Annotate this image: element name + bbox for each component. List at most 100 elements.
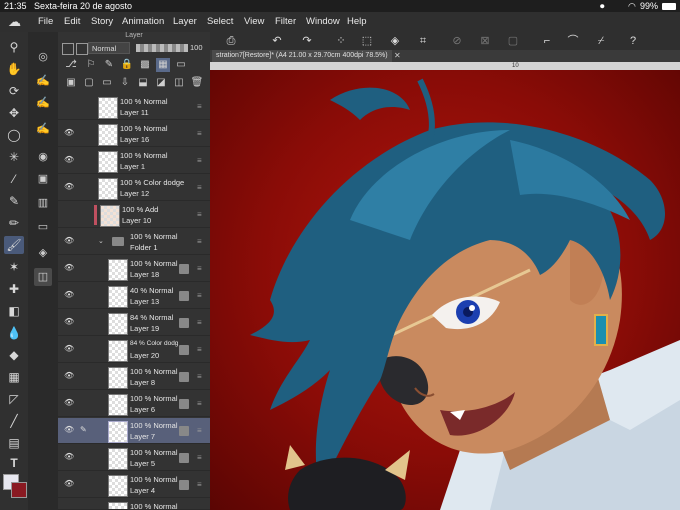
print-icon[interactable]: ⎙ — [224, 34, 238, 48]
layer-row[interactable]: 👁 100 % Normal Layer 8 ≡ — [58, 364, 210, 390]
transform-icon[interactable]: ⌗ — [416, 34, 430, 48]
eye-icon[interactable]: 👁 — [64, 155, 74, 165]
drag-handle-icon[interactable]: ≡ — [197, 291, 202, 300]
undo-icon[interactable]: ↶ — [270, 34, 284, 48]
hand-icon[interactable]: ✋ — [4, 60, 24, 78]
eraser-icon[interactable]: ◧ — [4, 302, 24, 320]
help-icon[interactable]: ? — [626, 34, 640, 48]
sub-color-swatch[interactable] — [11, 482, 27, 498]
lock-checkbox[interactable] — [62, 43, 74, 55]
lasso-icon[interactable]: ◯ — [4, 126, 24, 144]
drag-handle-icon[interactable]: ≡ — [197, 453, 202, 462]
reference-icon[interactable]: ⚐ — [84, 58, 98, 72]
eye-icon[interactable]: 👁 — [64, 182, 74, 192]
eye-icon[interactable]: 👁 — [64, 236, 74, 246]
frame-icon[interactable]: ▤ — [4, 434, 24, 452]
eye-icon[interactable]: 👁 — [64, 425, 74, 435]
menu-edit[interactable]: Edit — [64, 12, 80, 32]
figure-icon[interactable]: ◸ — [4, 390, 24, 408]
navigator-icon[interactable]: ◎ — [34, 48, 52, 66]
eye-icon[interactable]: 👁 — [64, 128, 74, 138]
drag-handle-icon[interactable]: ≡ — [197, 237, 202, 246]
ruler-icon[interactable]: ▭ — [174, 58, 188, 72]
drag-handle-icon[interactable]: ≡ — [197, 345, 202, 354]
opacity-value[interactable]: 100 — [190, 42, 203, 54]
deselect-icon[interactable]: ⁘ — [334, 34, 348, 48]
material-icon[interactable]: ▥ — [34, 194, 52, 212]
fill-icon[interactable]: ◆ — [4, 346, 24, 364]
fill-selection-icon[interactable]: ◈ — [388, 34, 402, 48]
drag-handle-icon[interactable]: ≡ — [197, 372, 202, 381]
hide-selection-icon[interactable]: ⊘ — [450, 34, 464, 48]
transfer-down-icon[interactable]: ⇩ — [118, 76, 132, 90]
lock-icon[interactable]: 🔒 — [120, 58, 134, 72]
menu-window[interactable]: Window — [306, 12, 340, 32]
layer-row[interactable]: 👁 100 % Normal Layer 5 ≡ — [58, 445, 210, 471]
drag-handle-icon[interactable]: ≡ — [197, 318, 202, 327]
blend-icon[interactable]: 💧 — [4, 324, 24, 342]
document-tab[interactable]: stration7[Restore]* (A4 21.00 x 29.70cm … — [212, 50, 392, 62]
menu-layer[interactable]: Layer — [173, 12, 197, 32]
move-icon[interactable]: ✥ — [4, 104, 24, 122]
redo-icon[interactable]: ↷ — [300, 34, 314, 48]
layer-row[interactable]: 👁 100 % Normal Layer 4 ≡ — [58, 472, 210, 498]
brush-size-icon[interactable]: ✍ — [34, 94, 52, 112]
menu-animation[interactable]: Animation — [122, 12, 164, 32]
layer-row[interactable]: 100 % Add Layer 10 ≡ — [58, 202, 210, 228]
layer-row[interactable]: 100 % Normal — [58, 499, 210, 510]
folder-row[interactable]: 👁 ⌄ 100 % Normal Folder 1 ≡ — [58, 229, 210, 255]
clip-icon[interactable]: ⎇ — [64, 58, 78, 72]
layer-row[interactable]: 👁 100 % Normal Layer 18 ≡ — [58, 256, 210, 282]
menu-file[interactable]: File — [38, 12, 53, 32]
new-folder-icon[interactable]: ▭ — [100, 76, 114, 90]
drag-handle-icon[interactable]: ≡ — [197, 129, 202, 138]
layer-row-selected[interactable]: 👁 ✎ 100 % Normal Layer 7 ≡ — [58, 418, 210, 444]
drag-handle-icon[interactable]: ≡ — [197, 399, 202, 408]
drag-handle-icon[interactable]: ≡ — [197, 156, 202, 165]
text-icon[interactable]: T — [4, 454, 24, 472]
eye-icon[interactable]: 👁 — [64, 290, 74, 300]
record-icon[interactable]: ⏺ — [600, 0, 605, 12]
drag-handle-icon[interactable]: ≡ — [197, 183, 202, 192]
layer-row[interactable]: 100 % Normal Layer 11 ≡ — [58, 94, 210, 120]
select-in-icon[interactable]: ▢ — [506, 34, 520, 48]
clip-checkbox[interactable] — [76, 43, 88, 55]
app-logo-icon[interactable]: ☁ — [8, 15, 22, 29]
lock-transparency-icon[interactable]: ▩ — [138, 58, 152, 72]
menu-select[interactable]: Select — [207, 12, 233, 32]
layer-row[interactable]: 👁 84 % Color dodg Layer 20 ≡ — [58, 337, 210, 363]
new-vector-layer-icon[interactable]: ▢ — [82, 76, 96, 90]
eye-icon[interactable]: 👁 — [64, 344, 74, 354]
blend-mode-select[interactable]: Normal — [88, 42, 130, 54]
pencil-icon[interactable]: ✏ — [4, 214, 24, 232]
eye-icon[interactable]: 👁 — [64, 452, 74, 462]
new-raster-layer-icon[interactable]: ▣ — [64, 76, 78, 90]
image-icon[interactable]: ▭ — [34, 218, 52, 236]
layers-icon[interactable]: ◫ — [34, 268, 52, 286]
drag-handle-icon[interactable]: ≡ — [197, 480, 202, 489]
stabilizer-icon[interactable]: ⌐ — [540, 34, 554, 48]
eye-icon[interactable]: 👁 — [64, 479, 74, 489]
drag-handle-icon[interactable]: ≡ — [197, 210, 202, 219]
mask-enable-icon[interactable]: ▦ — [156, 58, 170, 72]
eye-icon[interactable]: 👁 — [64, 398, 74, 408]
layer-row[interactable]: 👁 100 % Normal Layer 1 ≡ — [58, 148, 210, 174]
color-set-icon[interactable]: ▣ — [34, 170, 52, 188]
clear-icon[interactable]: ⬚ — [360, 34, 374, 48]
snap-grid-icon[interactable]: ⌿ — [594, 34, 608, 48]
mask-apply-icon[interactable]: ◫ — [172, 76, 186, 90]
eye-icon[interactable]: 👁 — [64, 371, 74, 381]
drag-handle-icon[interactable]: ≡ — [197, 264, 202, 273]
canvas[interactable] — [210, 70, 680, 510]
menu-view[interactable]: View — [244, 12, 264, 32]
eye-icon[interactable]: 👁 — [64, 263, 74, 273]
mask-icon[interactable]: ◪ — [154, 76, 168, 90]
layer-property-icon[interactable]: ◈ — [34, 244, 52, 262]
gradient-icon[interactable]: ▦ — [4, 368, 24, 386]
line-icon[interactable]: ╱ — [4, 412, 24, 430]
pen-icon[interactable]: ✎ — [4, 192, 24, 210]
subtool-icon[interactable]: ✍ — [34, 72, 52, 90]
layer-row[interactable]: 👁 100 % Normal Layer 6 ≡ — [58, 391, 210, 417]
close-tab-icon[interactable]: ✕ — [394, 50, 401, 62]
decoration-icon[interactable]: ✚ — [4, 280, 24, 298]
